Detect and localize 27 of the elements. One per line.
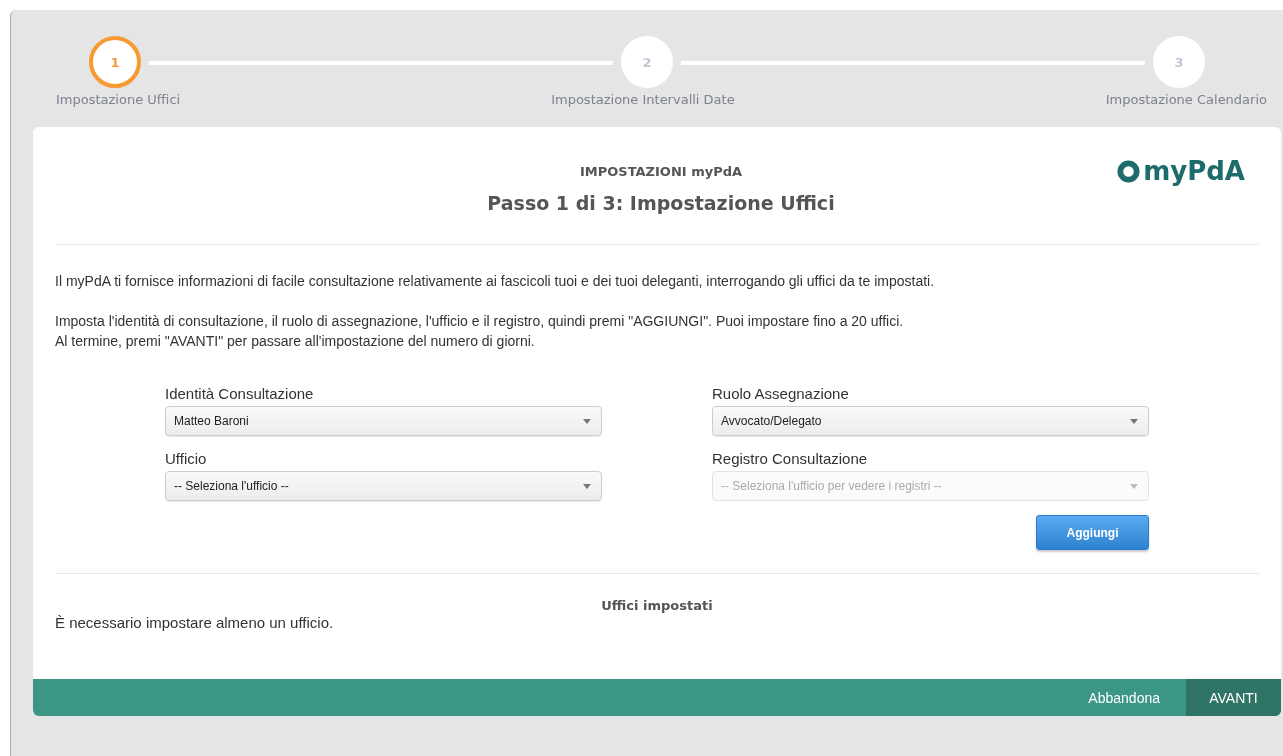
caret-icon (583, 418, 591, 424)
step-circle[interactable]: 1 (89, 36, 141, 88)
next-button[interactable]: AVANTI (1186, 679, 1281, 716)
select-field[interactable]: -- Seleziona l'ufficio -- (165, 471, 602, 501)
intro-paragraph: Al termine, premi "AVANTI" per passare all'impostazione del numero di giorni. (55, 332, 536, 351)
field-label: Ruolo Assegnazione (712, 385, 850, 402)
field-label: Registro Consultazione (712, 450, 869, 467)
section-title: Uffici impostati (601, 598, 713, 613)
cancel-link[interactable]: Abbandona (1062, 679, 1186, 716)
select-field[interactable]: Avvocato/Delegato (712, 406, 1149, 436)
step-label: Impostazione Calendario (1105, 92, 1267, 107)
select-field[interactable]: Matteo Baroni (165, 406, 602, 436)
step-label: Impostazione Intervalli Date (551, 92, 735, 107)
page-title: Passo 1 di 3: Impostazione Uffici (487, 192, 835, 214)
intro-paragraph: Il myPdA ti fornisce informazioni di facile consultazione relativamente ai fascicoli tuoi e dei tuoi deleganti, interrogando gli uffici da te impostati. (55, 272, 936, 291)
caret-icon (1130, 418, 1138, 424)
field-label: Ufficio (165, 450, 208, 467)
caret-icon (1130, 483, 1138, 489)
ring-icon (1117, 159, 1141, 183)
logo-text: myPdA (1143, 156, 1245, 186)
add-button[interactable]: Aggiungi (1036, 515, 1149, 550)
field-label: Identità Consultazione (165, 385, 315, 402)
step-label: Impostazione Uffici (56, 92, 181, 107)
page-subtitle: IMPOSTAZIONI myPdA (579, 164, 743, 179)
empty-message: È necessario impostare almeno un ufficio. (55, 614, 335, 631)
intro-paragraph: Imposta l'identità di consultazione, il ruolo di assegnazione, l'ufficio e il registro, quindi premi "AGGIUNGI". Puoi impostare fino a 20 uffici. (55, 312, 905, 331)
caret-icon (583, 483, 591, 489)
